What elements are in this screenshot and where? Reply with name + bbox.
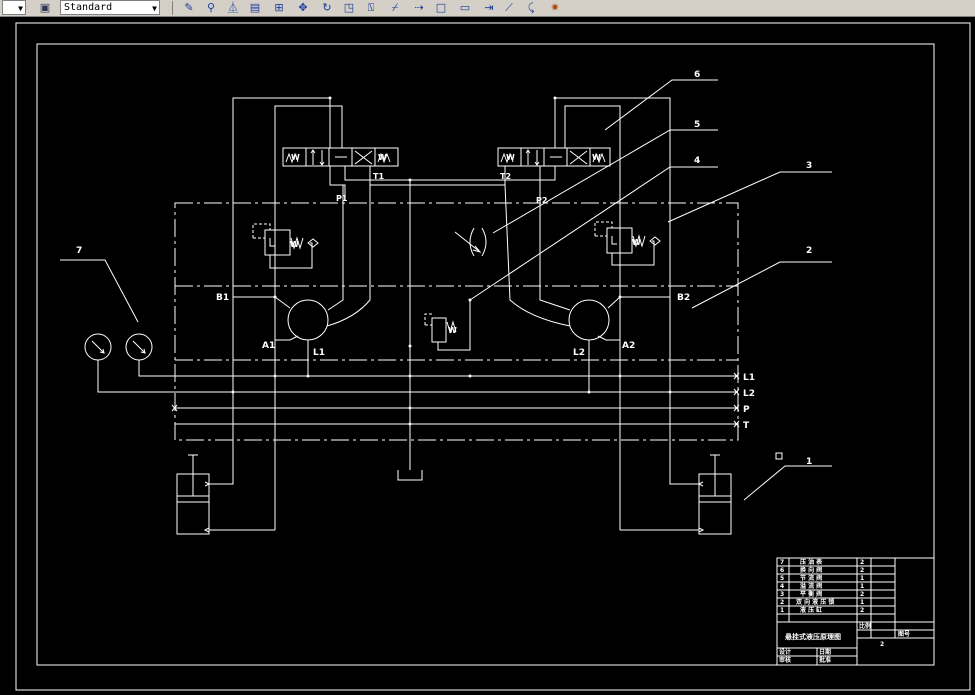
spring-mark: W xyxy=(592,153,601,162)
callout-7: 7 xyxy=(76,246,82,256)
part-no: 7 xyxy=(780,559,784,566)
port-l2: L2 xyxy=(573,348,585,358)
drawing-name: 悬挂式液压原理图 xyxy=(784,632,841,641)
port-a1: A1 xyxy=(262,341,275,351)
text-style-dropdown[interactable]: Standard ▼ xyxy=(60,0,160,15)
spring-mark: W xyxy=(291,153,300,162)
port-b1: B1 xyxy=(216,293,229,303)
line-label-l1: L1 xyxy=(743,373,755,383)
scale-label: 比例 xyxy=(859,622,871,630)
port-t2: T2 xyxy=(500,172,511,181)
toolbar-separator xyxy=(172,1,173,15)
part-name: 液 压 缸 xyxy=(800,606,822,614)
square-icon[interactable]: ▭ xyxy=(458,1,472,15)
part-no: 2 xyxy=(780,599,784,606)
part-qty: 2 xyxy=(860,607,864,614)
spring-mark: W xyxy=(290,240,299,249)
fillet-icon[interactable]: ⤹ xyxy=(524,1,538,15)
part-name: 溢 流 阀 xyxy=(800,582,822,590)
part-qty: 1 xyxy=(860,599,864,606)
link-icon[interactable]: ⚲ xyxy=(204,1,218,15)
spring-mark: W xyxy=(448,326,457,335)
move-icon[interactable]: ✥ xyxy=(296,1,310,15)
array-icon[interactable]: ⊞ xyxy=(272,1,286,15)
rotate-icon[interactable]: ↻ xyxy=(320,1,334,15)
part-qty: 1 xyxy=(860,575,864,582)
chevron-down-icon: ▼ xyxy=(18,4,23,13)
explode-icon[interactable]: ✷ xyxy=(548,1,562,15)
port-a2: A2 xyxy=(622,341,635,351)
callout-4: 4 xyxy=(694,156,700,166)
check-label: 审核 xyxy=(779,656,791,664)
line-label-l2: L2 xyxy=(743,389,755,399)
line-label-p: P xyxy=(743,405,750,415)
port-t1: T1 xyxy=(373,172,384,181)
part-no: 1 xyxy=(780,607,784,614)
part-qty: 2 xyxy=(860,591,864,598)
part-name: 压 油 表 xyxy=(800,558,823,566)
callout-6: 6 xyxy=(694,70,700,80)
spring-mark: W xyxy=(632,238,641,247)
spring-mark: W xyxy=(378,153,387,162)
toolbar: ▼ ▣ Standard ▼ ✎ ⚲ ⏅ ▤ ⊞ ✥ ↻ ◳ ⍂ ⌿ ⇢ □ ▭… xyxy=(0,0,975,17)
text-style-value: Standard xyxy=(64,2,113,13)
part-name: 节 流 阀 xyxy=(800,574,822,582)
part-name: 平 衡 阀 xyxy=(800,590,822,598)
chevron-down-icon: ▼ xyxy=(152,4,157,13)
pencil-icon[interactable]: ✎ xyxy=(182,1,196,15)
date-label: 日期 xyxy=(819,648,831,656)
text-style-icon[interactable]: ▣ xyxy=(38,1,52,15)
approve-label: 批准 xyxy=(819,656,831,664)
port-p1: P1 xyxy=(336,194,348,203)
part-no: 4 xyxy=(780,583,784,590)
layer-dropdown[interactable]: ▼ xyxy=(2,0,26,15)
drawing-canvas[interactable]: 6 5 4 3 2 7 1 P1 P2 T1 T2 B1 A1 B2 A2 L1… xyxy=(0,17,975,695)
part-name: 换 向 阀 xyxy=(800,566,822,574)
port-l1: L1 xyxy=(313,348,325,358)
port-b2: B2 xyxy=(677,293,690,303)
sheet-count: 2 xyxy=(880,641,884,648)
port-p2: P2 xyxy=(536,196,547,205)
part-no: 6 xyxy=(780,567,784,574)
callout-5: 5 xyxy=(694,120,700,130)
sheet-label: 图号 xyxy=(898,630,910,638)
line-label-t: T xyxy=(743,421,750,431)
stretch-icon[interactable]: ⍂ xyxy=(364,1,378,15)
part-qty: 2 xyxy=(860,567,864,574)
design-label: 设计 xyxy=(779,648,791,656)
part-qty: 2 xyxy=(860,559,864,566)
hatch-icon[interactable]: ▤ xyxy=(248,1,262,15)
scale-icon[interactable]: ◳ xyxy=(342,1,356,15)
part-qty: 1 xyxy=(860,583,864,590)
extend-icon[interactable]: ⇢ xyxy=(412,1,426,15)
spring-mark: W xyxy=(506,153,515,162)
chamfer-icon[interactable]: ⟋ xyxy=(502,1,516,15)
callout-1: 1 xyxy=(806,457,812,467)
break-icon[interactable]: ⇥ xyxy=(482,1,496,15)
mirror-icon[interactable]: ⏅ xyxy=(226,1,240,15)
callout-2: 2 xyxy=(806,246,812,256)
part-no: 3 xyxy=(780,591,784,598)
callout-3: 3 xyxy=(806,161,812,171)
part-name: 双 向 液 压 锁 xyxy=(796,598,834,606)
trim-icon[interactable]: ⌿ xyxy=(388,1,402,15)
rectangle-icon[interactable]: □ xyxy=(434,1,448,15)
part-no: 5 xyxy=(780,575,784,582)
